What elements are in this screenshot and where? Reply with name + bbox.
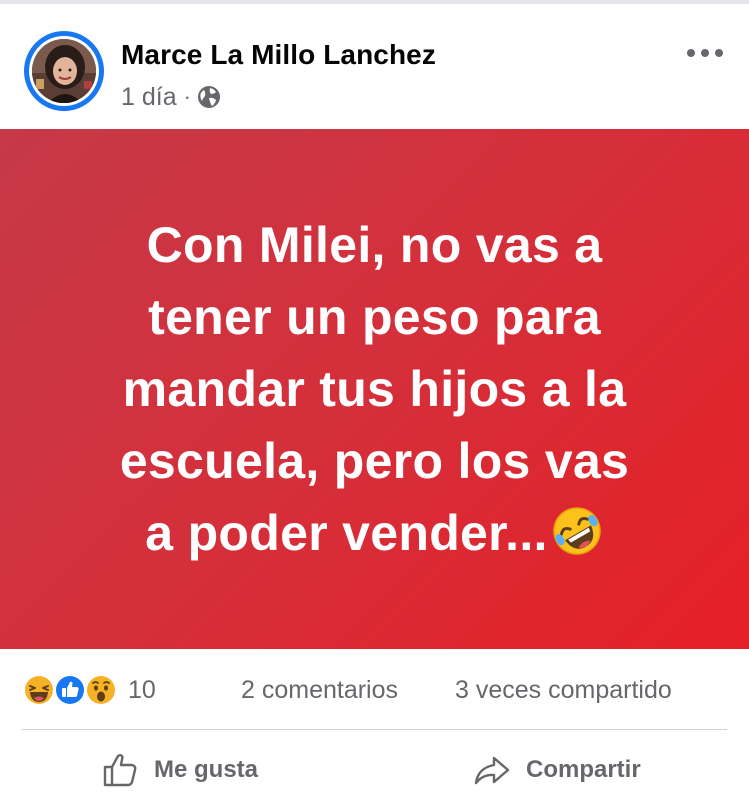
banner-line: a poder vender... — [145, 505, 548, 561]
avatar-photo — [32, 39, 96, 103]
post-meta: 1 día · — [121, 82, 221, 112]
author-name[interactable]: Marce La Millo Lanchez — [121, 39, 436, 71]
reactions-summary: 10 2 comentarios 3 veces compartido — [0, 649, 749, 731]
actions-divider — [22, 729, 727, 730]
haha-reaction-icon — [23, 674, 55, 706]
reaction-count[interactable]: 10 — [128, 676, 156, 705]
like-reaction-icon — [54, 674, 86, 706]
share-button-label: Compartir — [526, 756, 641, 783]
shares-count[interactable]: 3 veces compartido — [455, 676, 672, 705]
reaction-icons[interactable] — [22, 673, 117, 707]
post-header: Marce La Millo Lanchez 1 día · — [0, 4, 749, 129]
thumbs-up-icon — [103, 754, 137, 787]
comments-count[interactable]: 2 comentarios — [241, 676, 398, 705]
banner-text: Con Milei, no vas a tener un peso para m… — [40, 209, 709, 569]
avatar[interactable] — [24, 31, 104, 111]
share-arrow-icon — [474, 756, 510, 785]
like-button[interactable]: Me gusta — [102, 745, 258, 795]
banner-last-line: a poder vender... — [40, 497, 709, 569]
wow-reaction-icon — [85, 674, 117, 706]
rolling-on-floor-laughing-emoji — [550, 504, 604, 558]
meta-separator: · — [183, 84, 191, 109]
banner-line: tener un peso para — [148, 289, 601, 345]
more-options-button[interactable] — [682, 38, 728, 68]
like-button-label: Me gusta — [154, 756, 259, 783]
post-timestamp[interactable]: 1 día — [121, 83, 177, 112]
globe-icon — [197, 85, 221, 109]
banner-line: Con Milei, no vas a — [146, 217, 603, 273]
profile-photo-image — [32, 39, 96, 103]
banner-line: mandar tus hijos a la — [122, 361, 627, 417]
share-button[interactable]: Compartir — [474, 745, 641, 795]
post-text-banner[interactable]: Con Milei, no vas a tener un peso para m… — [0, 129, 749, 649]
banner-line: escuela, pero los vas — [119, 433, 630, 489]
more-options-icon — [687, 49, 723, 57]
